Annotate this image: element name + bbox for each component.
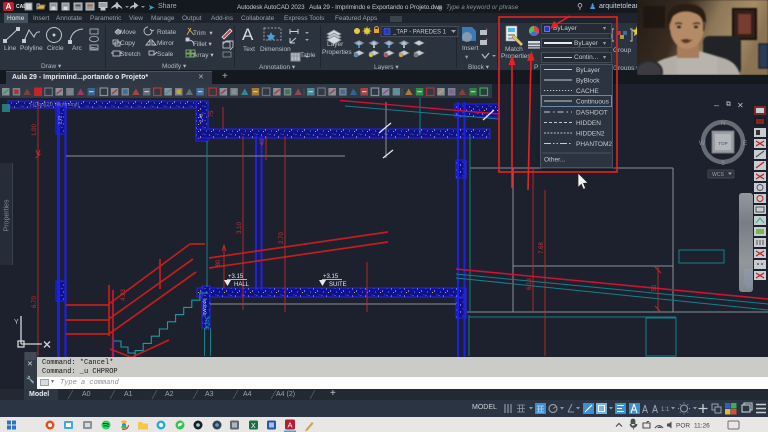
svg-text:Y: Y: [14, 319, 19, 326]
svg-text:WCS: WCS: [712, 172, 724, 178]
svg-text:[-][Top][2D Wireframe]: [-][Top][2D Wireframe]: [30, 102, 80, 108]
svg-text:N: N: [721, 120, 726, 127]
svg-text:HIDDEN2: HIDDEN2: [576, 131, 605, 138]
svg-text:E: E: [743, 140, 748, 147]
svg-text:HIDDEN: HIDDEN: [576, 120, 601, 127]
svg-text:PHANTOM2: PHANTOM2: [576, 141, 612, 148]
svg-text:S: S: [721, 160, 726, 167]
svg-text:SUITE: SUITE: [329, 282, 347, 288]
svg-text:+3.15: +3.15: [228, 274, 244, 280]
svg-text:2.43: 2.43: [199, 113, 204, 122]
svg-text:+3.15: +3.15: [323, 274, 339, 280]
svg-text:Continuous: Continuous: [576, 99, 610, 106]
svg-text:2.72: 2.72: [58, 115, 63, 124]
svg-text:4.23: 4.23: [121, 289, 127, 301]
svg-text:HALL: HALL: [234, 282, 250, 288]
svg-text:ByLayer: ByLayer: [576, 67, 601, 74]
svg-text:40: 40: [260, 138, 266, 145]
svg-text:W: W: [699, 140, 706, 147]
svg-text:CACHE: CACHE: [576, 88, 599, 95]
svg-text:6.13: 6.13: [527, 278, 533, 290]
svg-text:11:26: 11:26: [694, 423, 710, 430]
svg-text:SW2026: SW2026: [202, 298, 207, 316]
svg-text:6.70: 6.70: [32, 296, 38, 308]
svg-text:A: A: [242, 25, 254, 44]
svg-text:50: 50: [652, 284, 658, 291]
svg-text:X: X: [251, 423, 256, 430]
svg-text:1.00: 1.00: [32, 124, 38, 136]
svg-text:2.70: 2.70: [279, 232, 285, 244]
svg-text:Other...: Other...: [544, 157, 566, 164]
svg-text:75: 75: [209, 110, 215, 117]
svg-text:80: 80: [216, 259, 222, 266]
svg-text:_TAP - PAREDES 1: _TAP - PAREDES 1: [392, 30, 447, 36]
svg-text:ByBlock: ByBlock: [576, 78, 600, 85]
svg-text:7.68: 7.68: [539, 242, 545, 254]
svg-text:3.10: 3.10: [237, 222, 243, 234]
svg-text:A: A: [288, 421, 293, 430]
svg-text:TOP: TOP: [718, 141, 727, 146]
svg-text:SOBE: SOBE: [205, 315, 211, 330]
svg-text:1:1: 1:1: [661, 407, 670, 413]
svg-text:DASHDOT: DASHDOT: [576, 110, 608, 117]
svg-text:POR: POR: [676, 423, 690, 430]
